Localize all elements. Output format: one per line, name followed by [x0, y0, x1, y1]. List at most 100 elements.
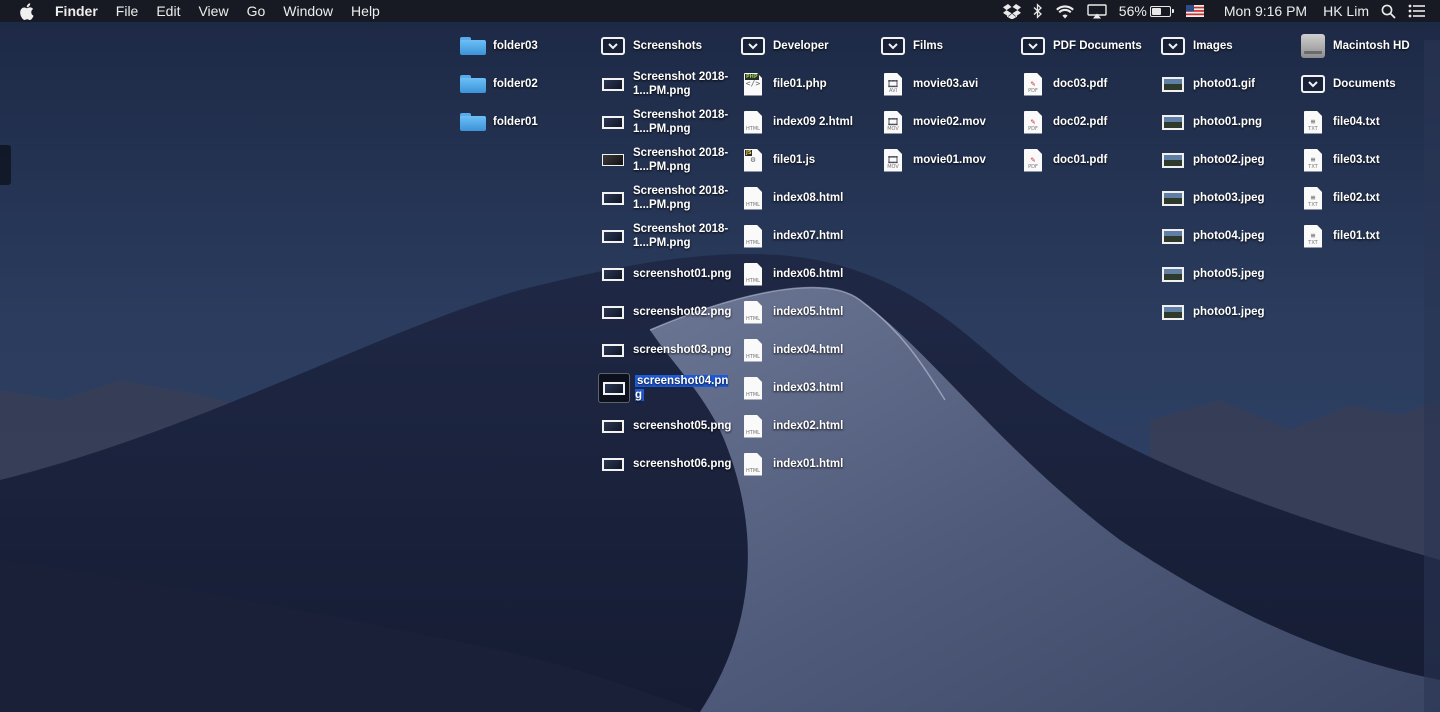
screenshot-icon[interactable] [598, 335, 628, 365]
stack-icon[interactable] [878, 31, 908, 61]
image-file-icon[interactable] [1158, 107, 1188, 137]
desktop-item-label[interactable]: photo03.jpeg [1193, 191, 1293, 205]
desktop-item-index01-html[interactable]: HTML index01.html [740, 445, 880, 483]
image-file-icon[interactable] [1158, 183, 1188, 213]
desktop-item-index04-html[interactable]: HTML index04.html [740, 331, 880, 369]
battery-status[interactable]: 56% [1113, 0, 1180, 22]
desktop-item-screenshot-2018-1-pm-png[interactable]: Screenshot 2018-1...PM.png [600, 179, 740, 217]
desktop-item-screenshot-2018-1-pm-png[interactable]: Screenshot 2018-1...PM.png [600, 217, 740, 255]
desktop-item-photo04-jpeg[interactable]: photo04.jpeg [1160, 217, 1300, 255]
bluetooth-icon[interactable] [1027, 0, 1049, 22]
desktop-item-label[interactable]: folder01 [493, 115, 593, 129]
desktop-item-folder02[interactable]: folder02 [460, 65, 600, 103]
desktop-item-label[interactable]: PDF Documents [1053, 39, 1153, 53]
desktop-item-documents[interactable]: Documents [1300, 65, 1440, 103]
desktop-item-label[interactable]: Screenshot 2018-1...PM.png [633, 70, 733, 98]
html-file-icon[interactable]: HTML [738, 183, 768, 213]
desktop-item-label[interactable]: Macintosh HD [1333, 39, 1433, 53]
wifi-icon[interactable] [1049, 0, 1081, 22]
html-file-icon[interactable]: HTML [738, 449, 768, 479]
screenshot-icon[interactable] [598, 411, 628, 441]
video-file-icon[interactable]: 🎞 MOV [878, 107, 908, 137]
text-file-icon[interactable]: ≡ TXT [1298, 145, 1328, 175]
desktop-item-index03-html[interactable]: HTML index03.html [740, 369, 880, 407]
image-file-icon[interactable] [1158, 297, 1188, 327]
desktop-item-label[interactable]: file02.txt [1333, 191, 1433, 205]
menu-file[interactable]: File [107, 0, 148, 22]
desktop-item-photo03-jpeg[interactable]: photo03.jpeg [1160, 179, 1300, 217]
desktop-item-label[interactable]: index07.html [773, 229, 873, 243]
desktop-item-screenshot-2018-1-pm-png[interactable]: Screenshot 2018-1...PM.png [600, 65, 740, 103]
desktop-item-developer[interactable]: Developer [740, 27, 880, 65]
stack-icon[interactable] [1158, 31, 1188, 61]
desktop-item-films[interactable]: Films [880, 27, 1020, 65]
desktop-item-label[interactable]: screenshot01.png [633, 267, 733, 281]
desktop-item-label[interactable]: file01.js [773, 153, 873, 167]
menubar-user[interactable]: HK Lim [1317, 0, 1375, 22]
desktop-item-index08-html[interactable]: HTML index08.html [740, 179, 880, 217]
html-file-icon[interactable]: HTML [738, 259, 768, 289]
video-file-icon[interactable]: 🎞 MOV [878, 145, 908, 175]
desktop-item-file01-txt[interactable]: ≡ TXT file01.txt [1300, 217, 1440, 255]
desktop-item-label[interactable]: Documents [1333, 77, 1433, 91]
desktop-item-macintosh-hd[interactable]: Macintosh HD [1300, 27, 1440, 65]
image-file-icon[interactable] [1158, 221, 1188, 251]
stack-icon[interactable] [1018, 31, 1048, 61]
desktop-item-file02-txt[interactable]: ≡ TXT file02.txt [1300, 179, 1440, 217]
screenshot-icon[interactable] [598, 259, 628, 289]
desktop-item-index06-html[interactable]: HTML index06.html [740, 255, 880, 293]
text-file-icon[interactable]: ≡ TXT [1298, 221, 1328, 251]
desktop-item-label[interactable]: index05.html [773, 305, 873, 319]
desktop-item-label[interactable]: photo01.gif [1193, 77, 1293, 91]
folder-icon[interactable] [458, 31, 488, 61]
desktop-item-label[interactable]: index01.html [773, 457, 873, 471]
desktop-item-doc03-pdf[interactable]: ✎ PDF doc03.pdf [1020, 65, 1160, 103]
desktop-item-label[interactable]: index04.html [773, 343, 873, 357]
desktop-item-photo01-jpeg[interactable]: photo01.jpeg [1160, 293, 1300, 331]
desktop-item-index05-html[interactable]: HTML index05.html [740, 293, 880, 331]
desktop-item-screenshot04-png[interactable]: screenshot04.png [598, 369, 740, 407]
desktop-item-label[interactable]: doc02.pdf [1053, 115, 1153, 129]
desktop-item-label[interactable]: screenshot02.png [633, 305, 733, 319]
desktop-item-movie02-mov[interactable]: 🎞 MOV movie02.mov [880, 103, 1020, 141]
desktop-item-screenshot05-png[interactable]: screenshot05.png [600, 407, 740, 445]
desktop-item-folder01[interactable]: folder01 [460, 103, 600, 141]
desktop-item-file01-js[interactable]: JS ⚙ file01.js [740, 141, 880, 179]
menu-window[interactable]: Window [274, 0, 342, 22]
desktop-item-label[interactable]: movie01.mov [913, 153, 1013, 167]
menu-help[interactable]: Help [342, 0, 389, 22]
php-file-icon[interactable]: PHP </> [738, 69, 768, 99]
desktop-item-label[interactable]: index02.html [773, 419, 873, 433]
menubar-clock[interactable]: Mon 9:16 PM [1218, 0, 1313, 22]
desktop-item-file04-txt[interactable]: ≡ TXT file04.txt [1300, 103, 1440, 141]
stack-icon[interactable] [598, 31, 628, 61]
html-file-icon[interactable]: HTML [738, 373, 768, 403]
input-source-flag-icon[interactable] [1180, 0, 1210, 22]
desktop-item-label[interactable]: Screenshot 2018-1...PM.png [633, 108, 733, 136]
desktop-item-label[interactable]: file01.php [773, 77, 873, 91]
desktop-item-label[interactable]: Screenshots [633, 39, 733, 53]
image-file-icon[interactable] [1158, 259, 1188, 289]
screenshot-icon[interactable] [598, 297, 628, 327]
desktop-item-photo01-gif[interactable]: photo01.gif [1160, 65, 1300, 103]
text-file-icon[interactable]: ≡ TXT [1298, 183, 1328, 213]
stack-icon[interactable] [1298, 69, 1328, 99]
desktop-item-label[interactable]: screenshot04.png [635, 374, 735, 402]
desktop-item-label[interactable]: Screenshot 2018-1...PM.png [633, 146, 733, 174]
desktop-item-photo05-jpeg[interactable]: photo05.jpeg [1160, 255, 1300, 293]
screenshot-icon[interactable] [598, 373, 630, 403]
desktop-item-screenshot03-png[interactable]: screenshot03.png [600, 331, 740, 369]
desktop-item-images[interactable]: Images [1160, 27, 1300, 65]
pdf-file-icon[interactable]: ✎ PDF [1018, 145, 1048, 175]
pdf-file-icon[interactable]: ✎ PDF [1018, 69, 1048, 99]
desktop-item-screenshot02-png[interactable]: screenshot02.png [600, 293, 740, 331]
screenshot-icon[interactable] [598, 107, 628, 137]
desktop-item-label[interactable]: Screenshot 2018-1...PM.png [633, 184, 733, 212]
desktop-item-file03-txt[interactable]: ≡ TXT file03.txt [1300, 141, 1440, 179]
pdf-file-icon[interactable]: ✎ PDF [1018, 107, 1048, 137]
folder-icon[interactable] [458, 107, 488, 137]
hard-drive-icon[interactable] [1298, 31, 1328, 61]
desktop-item-screenshot01-png[interactable]: screenshot01.png [600, 255, 740, 293]
desktop-item-index07-html[interactable]: HTML index07.html [740, 217, 880, 255]
desktop-item-label[interactable]: Developer [773, 39, 873, 53]
